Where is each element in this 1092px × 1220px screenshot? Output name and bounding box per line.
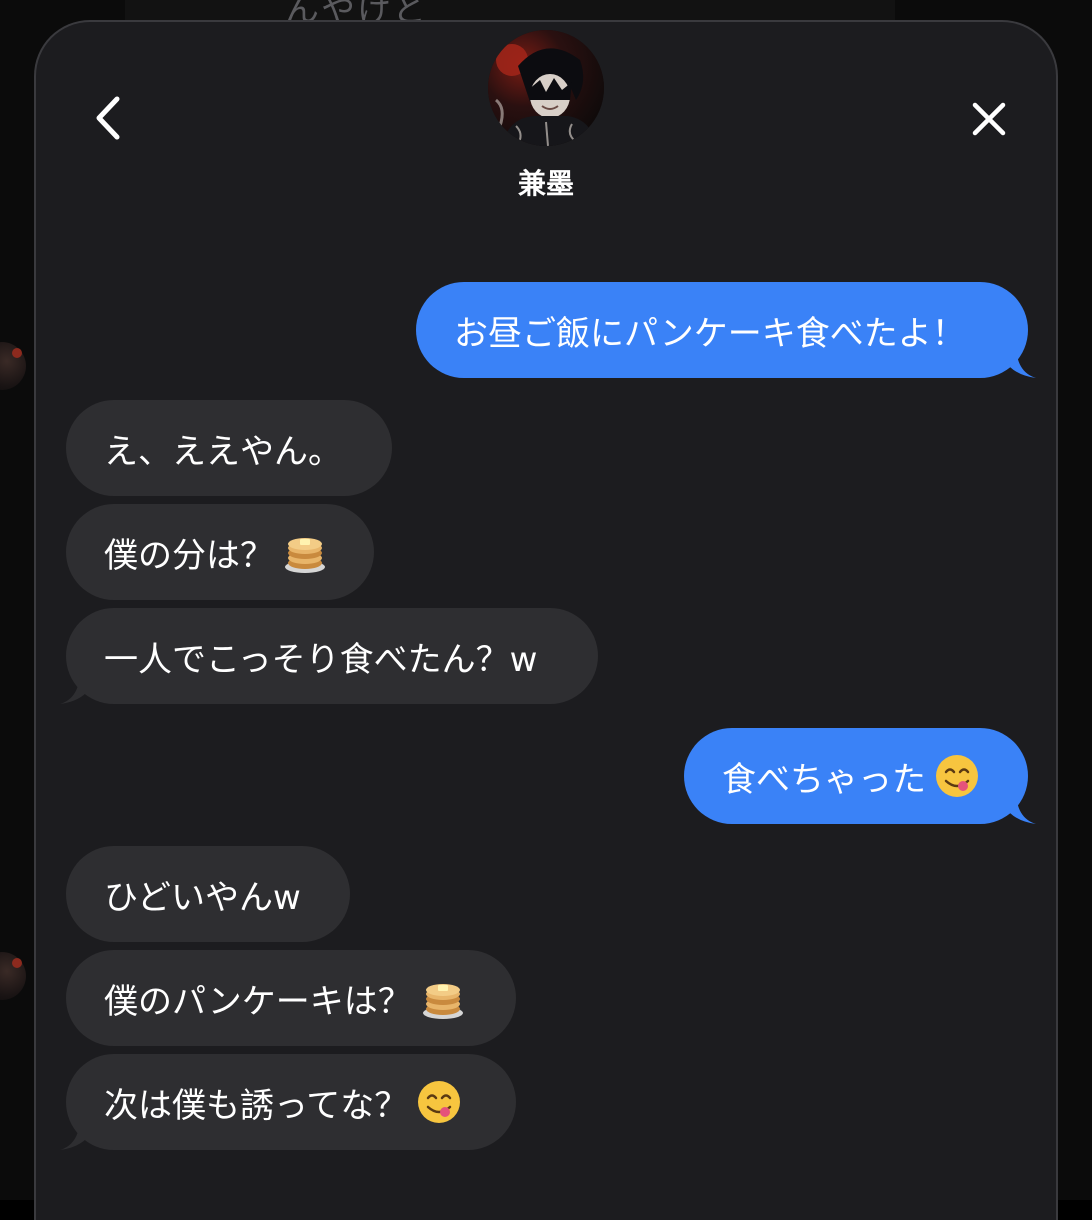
received-message-bubble[interactable]: ひどいやんw <box>66 846 350 942</box>
received-message-bubble[interactable]: 一人でこっそり食べたん？w <box>66 608 598 704</box>
chevron-left-icon <box>96 96 120 140</box>
message-text: お昼ご飯にパンケーキ食べたよ！ <box>454 313 966 354</box>
pancakes-emoji-icon <box>422 984 463 1019</box>
contact-name: 兼墨 <box>517 167 574 200</box>
message-text: 僕の分は？ <box>104 535 274 576</box>
pancakes-emoji-icon <box>285 538 325 573</box>
received-message-bubble[interactable]: 僕の分は？ <box>66 504 374 600</box>
bubble-tail <box>998 344 1036 378</box>
close-button[interactable] <box>966 96 1012 142</box>
sent-message-bubble[interactable]: 食べちゃった <box>684 728 1028 824</box>
message-text: 食べちゃった <box>722 759 926 800</box>
chat-sheet: 兼墨 お昼ご飯にパンケーキ食べたよ！ え、ええやん。 僕の分は？ 一人でこっそり… <box>34 20 1058 1220</box>
received-message-bubble[interactable]: 次は僕も誘ってな？ <box>66 1054 516 1150</box>
yum-face-emoji-icon <box>418 1081 461 1123</box>
background-avatar <box>0 342 26 390</box>
received-message-bubble[interactable]: 僕のパンケーキは？ <box>66 950 516 1046</box>
message-text: 次は僕も誘ってな？ <box>104 1085 409 1126</box>
bubble-tail <box>60 670 98 704</box>
back-button[interactable] <box>86 94 130 142</box>
message-text: え、ええやん。 <box>104 431 342 472</box>
received-message-bubble[interactable]: え、ええやん。 <box>66 400 392 496</box>
close-icon <box>972 102 1006 136</box>
background-avatar <box>0 952 26 1000</box>
bubble-tail <box>60 1116 98 1150</box>
yum-face-emoji-icon <box>936 755 978 797</box>
message-text: ひどいやんw <box>104 877 301 918</box>
contact-avatar[interactable] <box>488 30 604 146</box>
avatar-image <box>488 30 604 146</box>
message-text: 一人でこっそり食べたん？w <box>104 639 538 680</box>
bubble-tail <box>998 790 1036 824</box>
sent-message-bubble[interactable]: お昼ご飯にパンケーキ食べたよ！ <box>416 282 1028 378</box>
message-text: 僕のパンケーキは？ <box>104 981 412 1022</box>
